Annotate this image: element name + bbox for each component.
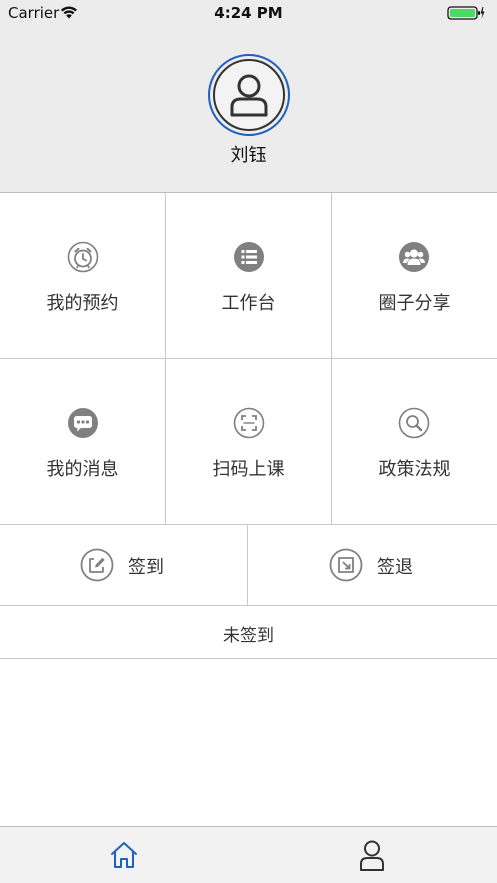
profile-icon	[360, 840, 384, 871]
clock: 4:24 PM	[214, 4, 283, 22]
grid-item-policy[interactable]: 政策法规	[332, 359, 497, 525]
user-avatar-icon	[230, 74, 268, 117]
grid-item-label: 扫码上课	[212, 459, 285, 480]
grid-item-appointments[interactable]: 我的预约	[0, 193, 166, 359]
sign-out-label: 签退	[377, 557, 413, 578]
sign-in-icon	[80, 548, 114, 582]
message-icon	[68, 408, 98, 438]
grid-item-label: 我的预约	[46, 293, 119, 314]
grid-item-workbench[interactable]: 工作台	[166, 193, 332, 359]
sign-status-row: 未签到	[0, 607, 497, 659]
grid-item-scan-class[interactable]: 扫码上课	[166, 359, 332, 525]
grid-item-label: 政策法规	[378, 459, 451, 480]
sign-in-label: 签到	[128, 557, 164, 578]
avatar-frame	[213, 59, 285, 131]
tab-bar	[0, 826, 497, 883]
sign-out-icon	[329, 548, 363, 582]
sign-in-button[interactable]: 签到	[0, 524, 248, 606]
scan-icon	[233, 407, 265, 439]
avatar[interactable]	[208, 54, 290, 136]
sign-row: 签到 签退	[0, 524, 497, 606]
tab-home[interactable]	[0, 827, 248, 883]
list-icon	[234, 242, 264, 272]
sign-out-button[interactable]: 签退	[249, 524, 497, 606]
status-bar: Carrier 4:24 PM	[0, 0, 497, 26]
battery-icon	[447, 6, 485, 20]
user-name: 刘钰	[230, 145, 267, 166]
sign-status-text: 未签到	[223, 626, 274, 646]
alarm-clock-icon	[67, 241, 99, 273]
home-icon	[111, 842, 137, 868]
grid-item-circle-share[interactable]: 圈子分享	[332, 193, 497, 359]
profile-header: Carrier 4:24 PM 刘钰	[0, 0, 497, 193]
grid-item-messages[interactable]: 我的消息	[0, 359, 166, 525]
grid-item-label: 工作台	[221, 293, 276, 314]
grid-item-label: 圈子分享	[378, 293, 451, 314]
search-icon	[398, 407, 430, 439]
tab-profile[interactable]	[249, 827, 497, 883]
group-icon	[399, 242, 429, 272]
function-grid: 我的预约 工作台 圈子分享 我的消息 扫码上课 政策法规	[0, 192, 497, 525]
grid-item-label: 我的消息	[46, 459, 119, 480]
